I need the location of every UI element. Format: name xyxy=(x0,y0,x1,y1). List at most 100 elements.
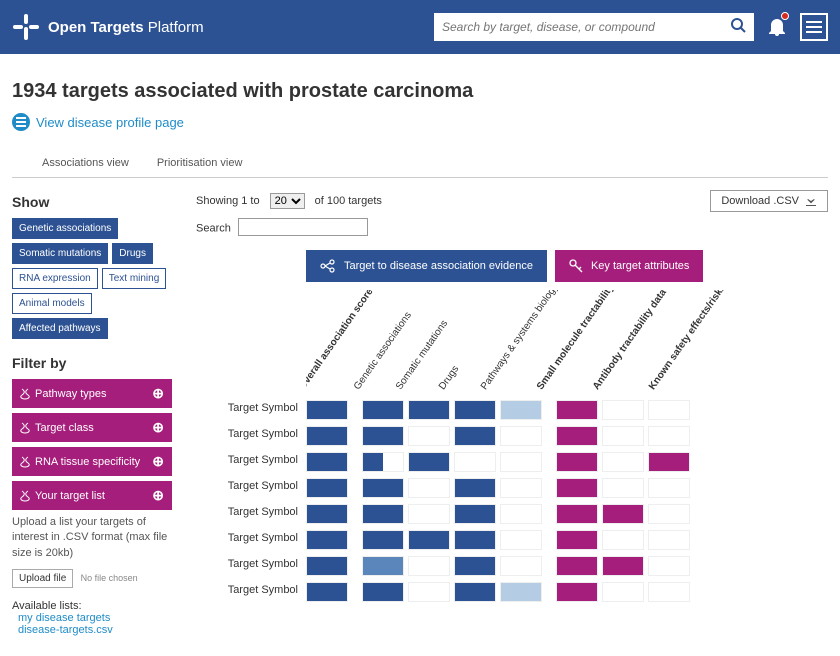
heatmap-cell[interactable] xyxy=(602,530,644,550)
heatmap-cell[interactable] xyxy=(500,582,542,602)
heatmap-cell[interactable] xyxy=(408,556,450,576)
target-row-label[interactable]: Target Symbol xyxy=(196,584,306,606)
heatmap-cell[interactable] xyxy=(648,530,690,550)
datatype-pill[interactable]: Drugs xyxy=(112,243,153,264)
heatmap-cell[interactable] xyxy=(306,582,348,602)
heatmap-cell[interactable] xyxy=(362,504,404,524)
filter-accordion[interactable]: Target class⊕ xyxy=(12,413,172,442)
page-size-select[interactable]: 20 xyxy=(270,193,305,209)
heatmap-cell[interactable] xyxy=(556,504,598,524)
heatmap-cell[interactable] xyxy=(362,426,404,446)
table-search-input[interactable] xyxy=(238,218,368,236)
target-row-label[interactable]: Target Symbol xyxy=(196,402,306,424)
column-header[interactable]: Overall association score xyxy=(306,348,332,392)
search-input[interactable] xyxy=(442,20,730,34)
upload-file-button[interactable]: Upload file xyxy=(12,569,73,588)
column-header[interactable]: Genetic associations xyxy=(352,348,387,392)
download-csv-button[interactable]: Download .CSV xyxy=(710,190,828,212)
datatype-pill[interactable]: Genetic associations xyxy=(12,218,118,239)
heatmap-cell[interactable] xyxy=(500,478,542,498)
heatmap-cell[interactable] xyxy=(454,530,496,550)
column-header[interactable]: Known safety effects/risks? xyxy=(647,348,682,392)
heatmap-cell[interactable] xyxy=(454,582,496,602)
column-header[interactable]: Somatic mutations xyxy=(394,348,429,392)
heatmap-cell[interactable] xyxy=(602,452,644,472)
heatmap-cell[interactable] xyxy=(408,426,450,446)
heatmap-cell[interactable] xyxy=(648,504,690,524)
heatmap-cell[interactable] xyxy=(362,530,404,550)
attributes-tab[interactable]: Key target attributes xyxy=(555,250,703,282)
menu-button[interactable] xyxy=(800,13,828,41)
heatmap-cell[interactable] xyxy=(648,400,690,420)
heatmap-cell[interactable] xyxy=(306,400,348,420)
search-icon[interactable] xyxy=(730,17,746,38)
brand[interactable]: Open Targets Platform xyxy=(12,13,204,41)
heatmap-cell[interactable] xyxy=(556,400,598,420)
heatmap-cell[interactable] xyxy=(500,504,542,524)
heatmap-cell[interactable] xyxy=(648,478,690,498)
heatmap-cell[interactable] xyxy=(500,556,542,576)
heatmap-cell[interactable] xyxy=(648,556,690,576)
heatmap-cell[interactable] xyxy=(362,582,404,602)
target-row-label[interactable]: Target Symbol xyxy=(196,558,306,580)
available-list-link[interactable]: my disease targets xyxy=(18,612,172,624)
target-row-label[interactable]: Target Symbol xyxy=(196,454,306,476)
heatmap-cell[interactable] xyxy=(602,400,644,420)
tab-prioritisation-view[interactable]: Prioritisation view xyxy=(143,149,257,177)
heatmap-cell[interactable] xyxy=(556,452,598,472)
heatmap-cell[interactable] xyxy=(602,556,644,576)
heatmap-cell[interactable] xyxy=(306,452,348,472)
datatype-pill[interactable]: Affected pathways xyxy=(12,318,108,339)
heatmap-cell[interactable] xyxy=(306,530,348,550)
heatmap-cell[interactable] xyxy=(306,426,348,446)
heatmap-cell[interactable] xyxy=(454,504,496,524)
heatmap-cell[interactable] xyxy=(556,426,598,446)
filter-accordion[interactable]: RNA tissue specificity⊕ xyxy=(12,447,172,476)
filter-accordion[interactable]: Your target list⊕ xyxy=(12,481,172,510)
search-bar[interactable] xyxy=(434,13,754,41)
datatype-pill[interactable]: Somatic mutations xyxy=(12,243,108,264)
heatmap-cell[interactable] xyxy=(362,478,404,498)
heatmap-cell[interactable] xyxy=(408,582,450,602)
heatmap-cell[interactable] xyxy=(556,582,598,602)
heatmap-cell[interactable] xyxy=(500,530,542,550)
heatmap-cell[interactable] xyxy=(408,478,450,498)
heatmap-cell[interactable] xyxy=(408,530,450,550)
heatmap-cell[interactable] xyxy=(454,452,496,472)
evidence-tab[interactable]: Target to disease association evidence xyxy=(306,250,547,282)
heatmap-cell[interactable] xyxy=(306,504,348,524)
heatmap-cell[interactable] xyxy=(556,556,598,576)
heatmap-cell[interactable] xyxy=(602,504,644,524)
datatype-pill[interactable]: Animal models xyxy=(12,293,92,314)
target-row-label[interactable]: Target Symbol xyxy=(196,532,306,554)
target-row-label[interactable]: Target Symbol xyxy=(196,428,306,450)
available-list-link[interactable]: disease-targets.csv xyxy=(18,624,172,636)
datatype-pill[interactable]: Text mining xyxy=(102,268,167,289)
tab-associations-view[interactable]: Associations view xyxy=(28,149,143,177)
heatmap-cell[interactable] xyxy=(454,478,496,498)
datatype-pill[interactable]: RNA expression xyxy=(12,268,98,289)
heatmap-cell[interactable] xyxy=(408,452,450,472)
column-header[interactable]: Pathways & systems biology xyxy=(479,348,514,392)
heatmap-cell[interactable] xyxy=(362,400,404,420)
heatmap-cell[interactable] xyxy=(408,504,450,524)
filter-accordion[interactable]: Pathway types⊕ xyxy=(12,379,172,408)
heatmap-cell[interactable] xyxy=(500,452,542,472)
heatmap-cell[interactable] xyxy=(556,478,598,498)
heatmap-cell[interactable] xyxy=(648,452,690,472)
column-header[interactable]: Antibody tractability data xyxy=(591,348,626,392)
column-header[interactable]: Small molecule tractability data xyxy=(535,348,570,392)
disease-profile-link[interactable]: View disease profile page xyxy=(36,115,184,130)
heatmap-cell[interactable] xyxy=(454,426,496,446)
target-row-label[interactable]: Target Symbol xyxy=(196,506,306,528)
heatmap-cell[interactable] xyxy=(362,556,404,576)
target-row-label[interactable]: Target Symbol xyxy=(196,480,306,502)
heatmap-cell[interactable] xyxy=(306,556,348,576)
heatmap-cell[interactable] xyxy=(306,478,348,498)
heatmap-cell[interactable] xyxy=(362,452,404,472)
heatmap-cell[interactable] xyxy=(408,400,450,420)
heatmap-cell[interactable] xyxy=(500,426,542,446)
heatmap-cell[interactable] xyxy=(648,582,690,602)
heatmap-cell[interactable] xyxy=(602,478,644,498)
heatmap-cell[interactable] xyxy=(602,582,644,602)
